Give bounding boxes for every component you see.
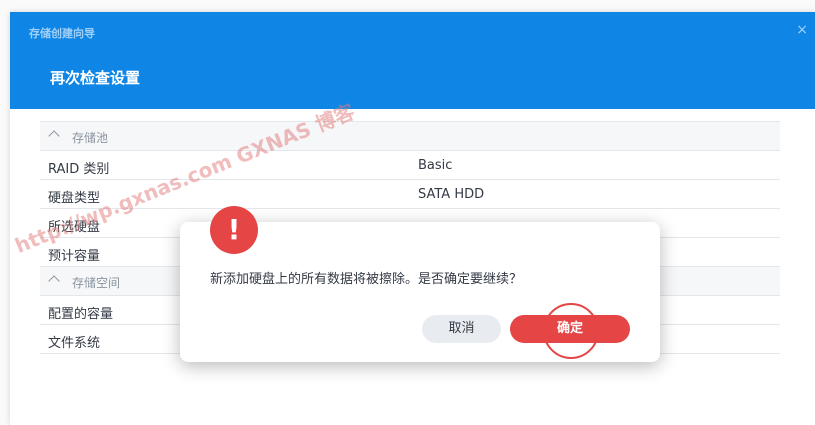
row-label: 文件系统 [48,336,101,351]
confirm-dialog: ! 新添加硬盘上的所有数据将被擦除。是否确定要继续？ 取消 确定 [180,206,660,362]
row-label: 预计容量 [48,249,101,264]
cancel-button[interactable]: 取消 [422,315,501,343]
dialog-message: 新添加硬盘上的所有数据将被擦除。是否确定要继续？ [210,272,523,287]
section-label: 存储池 [72,131,109,145]
close-icon[interactable]: × [796,22,808,38]
page-heading: 再次检查设置 [50,69,141,87]
window-title: 存储创建向导 [29,27,95,40]
row-label: 所选硬盘 [48,220,101,235]
chevron-up-icon[interactable] [48,130,60,142]
confirm-button[interactable]: 确定 [510,315,630,343]
settings-row: 硬盘类型 SATA HDD [40,179,780,208]
row-label: 配置的容量 [48,307,114,322]
settings-row: RAID 类别 Basic [40,150,780,179]
alert-icon: ! [210,206,258,254]
row-value: Basic [418,158,453,173]
row-value: SATA HDD [418,187,485,202]
window-header: 存储创建向导 × 再次检查设置 [10,12,815,109]
row-label: RAID 类别 [48,162,110,177]
section-storage-pool[interactable]: 存储池 [40,121,780,150]
row-label: 硬盘类型 [48,191,101,206]
section-label: 存储空间 [72,276,121,290]
chevron-up-icon[interactable] [48,275,60,287]
